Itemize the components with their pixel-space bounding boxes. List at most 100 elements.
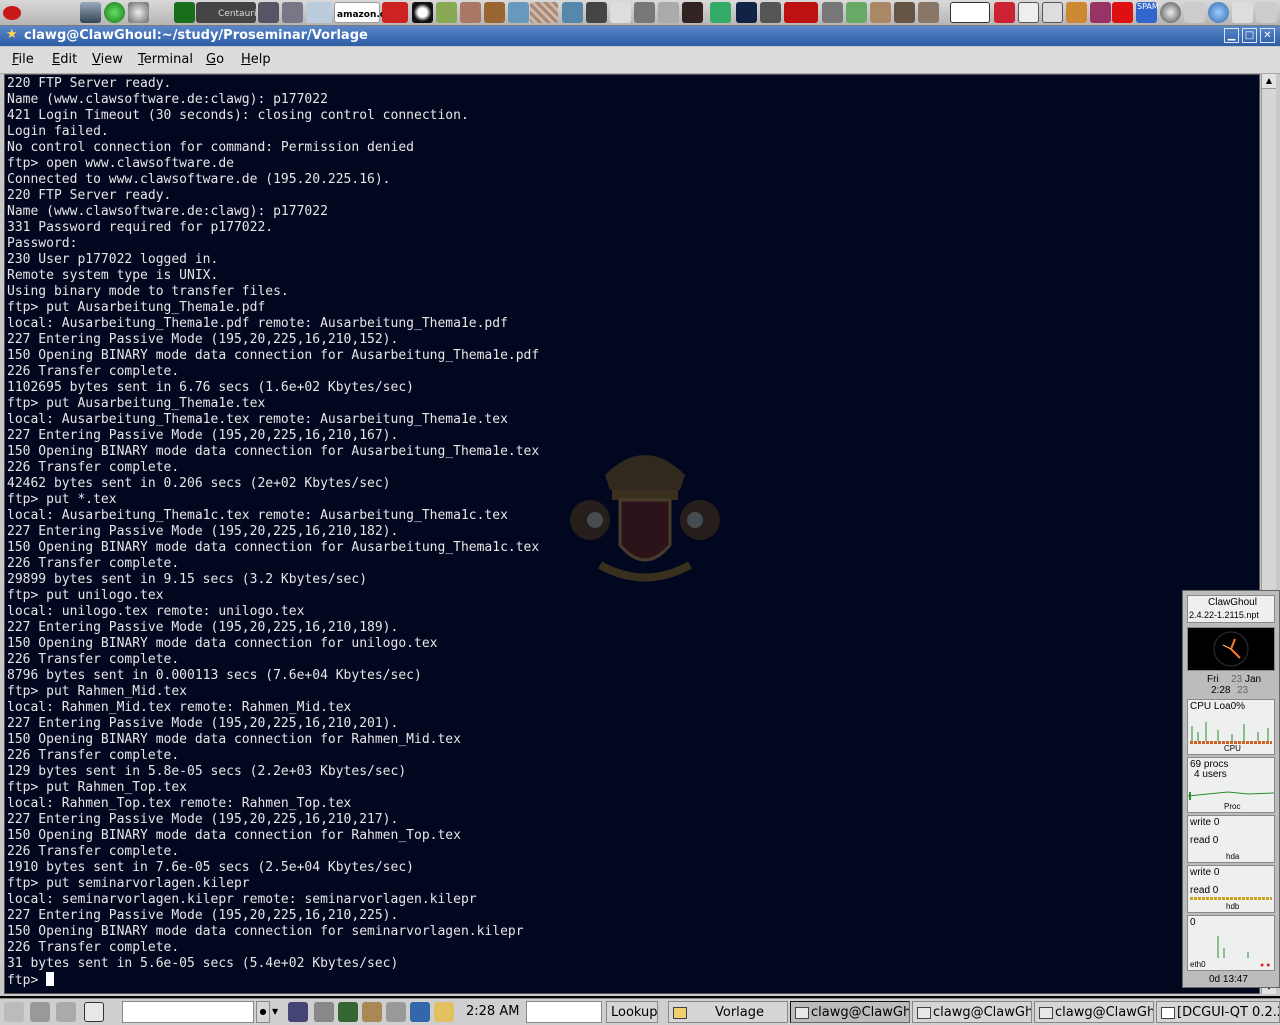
launcher-icon[interactable]: [1066, 2, 1087, 23]
spam-label: SPAM: [1137, 2, 1159, 11]
launcher-icon[interactable]: [1184, 2, 1205, 23]
globe-icon[interactable]: [104, 2, 125, 23]
launcher-icon[interactable]: [682, 2, 703, 23]
launcher-icon[interactable]: [1042, 2, 1063, 23]
launcher-icon[interactable]: [710, 2, 731, 23]
launcher-icon[interactable]: [306, 2, 332, 23]
command-input[interactable]: [122, 1001, 254, 1023]
hostname: ClawGhoul: [1208, 597, 1257, 608]
menu-edit[interactable]: Edit: [52, 52, 77, 67]
launcher-icon[interactable]: [822, 2, 843, 23]
scroll-up-icon[interactable]: ▲: [1262, 74, 1276, 89]
eth0-panel: 0 eth0 ● ●: [1187, 915, 1275, 971]
terminal-line: 150 Opening BINARY mode data connection …: [7, 924, 524, 939]
task-terminal-active[interactable]: clawg@ClawGhoul: [790, 1001, 910, 1023]
taskbar-clock[interactable]: 2:28 AM: [466, 1004, 519, 1019]
gear-icon[interactable]: [128, 2, 149, 23]
launcher-icon[interactable]: [994, 2, 1015, 23]
close-button[interactable]: ✕: [1260, 28, 1275, 43]
window-icon[interactable]: ★: [6, 27, 18, 42]
terminal-line: ftp> put Ausarbeitung_Thema1e.pdf: [7, 300, 266, 315]
task-lookup[interactable]: Lookup: [606, 1001, 658, 1023]
launcher-icon[interactable]: [338, 1002, 358, 1022]
terminal-line: ftp> put unilogo.tex: [7, 588, 164, 603]
terminal-lines: 220 FTP Server ready. Name (www.clawsoftw…: [7, 76, 539, 988]
launcher-icon[interactable]: [634, 2, 655, 23]
menu-file[interactable]: File: [12, 52, 34, 67]
eth0-value: 0: [1190, 917, 1196, 928]
wolfenstein-icon[interactable]: [784, 2, 818, 23]
menu-bar: File Edit View Terminal Go Help: [0, 47, 1280, 74]
command-history-button[interactable]: ●: [256, 1001, 270, 1023]
terminal-line: 227 Entering Passive Mode (195,20,225,16…: [7, 428, 399, 443]
launcher-icon[interactable]: [894, 2, 915, 23]
launcher-icon[interactable]: [870, 2, 891, 23]
launcher-icon[interactable]: [846, 2, 867, 23]
launcher-icon[interactable]: [460, 2, 481, 23]
menu-view[interactable]: View: [92, 52, 123, 67]
text-cursor: [46, 972, 55, 986]
menu-go[interactable]: Go: [206, 52, 224, 67]
monitor-icon[interactable]: [288, 1002, 308, 1022]
launcher-icon[interactable]: [1160, 2, 1181, 23]
terminal-line: local: Rahmen_Mid.tex remote: Rahmen_Mid…: [7, 700, 352, 715]
volume-icon[interactable]: [4, 1002, 24, 1022]
launcher-icon[interactable]: [530, 2, 558, 23]
menu-help[interactable]: Help: [241, 52, 271, 67]
centauri-icon[interactable]: Centauri: [196, 2, 256, 23]
minimize-button[interactable]: ▁: [1224, 28, 1239, 43]
launcher-icon[interactable]: [382, 2, 408, 23]
terminal-output[interactable]: 220 FTP Server ready. Name (www.clawsoftw…: [4, 74, 1260, 994]
terminal-line: 150 Opening BINARY mode data connection …: [7, 348, 540, 363]
launcher-icon[interactable]: [950, 2, 990, 23]
kernel-version: 2.4.22-1.2115.npt: [1189, 610, 1259, 620]
launcher-icon[interactable]: [282, 2, 303, 23]
globe-icon[interactable]: [1208, 2, 1229, 23]
clock-panel: [1187, 627, 1275, 671]
command-dropdown-icon[interactable]: ▼: [272, 1001, 284, 1023]
launcher-icon[interactable]: [258, 2, 279, 23]
hdb-read: read 0: [1190, 885, 1219, 896]
launcher-icon[interactable]: [314, 1002, 334, 1022]
launcher-icon[interactable]: [1256, 2, 1277, 23]
launcher-icon[interactable]: [362, 1002, 382, 1022]
maximize-button[interactable]: □: [1242, 28, 1257, 43]
folder-icon[interactable]: [434, 1002, 454, 1022]
star-icon[interactable]: [1112, 2, 1133, 23]
terminal-prompt-line[interactable]: ftp>: [7, 972, 539, 988]
menu-terminal[interactable]: Terminal: [138, 52, 193, 67]
launcher-icon[interactable]: [410, 1002, 430, 1022]
camera-icon[interactable]: [586, 2, 607, 23]
launcher-icon[interactable]: [508, 2, 529, 23]
rocket-icon[interactable]: [80, 2, 101, 23]
terminal-line: Login failed.: [7, 124, 109, 139]
launcher-icon[interactable]: [484, 2, 505, 23]
task-terminal[interactable]: clawg@ClawGhoul: [1034, 1001, 1154, 1023]
tux-icon[interactable]: [412, 2, 433, 23]
terminal-launcher-icon[interactable]: [174, 2, 195, 23]
task-vorlage[interactable]: Vorlage: [668, 1001, 788, 1023]
launcher-icon[interactable]: [1018, 2, 1039, 23]
launcher-icon[interactable]: [760, 2, 781, 23]
launcher-icon[interactable]: [610, 2, 631, 23]
launcher-icon[interactable]: [736, 2, 757, 23]
launcher-icon[interactable]: [918, 2, 939, 23]
redhat-menu-icon[interactable]: [3, 6, 21, 20]
workspace-icon[interactable]: [30, 1002, 50, 1022]
launcher-icon[interactable]: [436, 2, 457, 23]
window-titlebar[interactable]: ★ clawg@ClawGhoul:~/study/Proseminar/Vor…: [0, 26, 1280, 46]
launcher-icon[interactable]: [562, 2, 583, 23]
launcher-icon[interactable]: [1090, 2, 1111, 23]
task-dcgui[interactable]: [DCGUI-QT 0.2.2: [1156, 1001, 1280, 1023]
task-terminal[interactable]: clawg@ClawGhoul: [912, 1001, 1032, 1023]
amazon-icon[interactable]: amazon.de: [334, 2, 392, 23]
terminal-line: 226 Transfer complete.: [7, 364, 180, 379]
printer-icon[interactable]: [56, 1002, 76, 1022]
launcher-icon[interactable]: [1232, 2, 1253, 23]
spam-icon[interactable]: SPAM: [1136, 2, 1159, 23]
terminal-line: local: Rahmen_Top.tex remote: Rahmen_Top…: [7, 796, 352, 811]
launcher-icon[interactable]: [386, 1002, 406, 1022]
launcher-icon[interactable]: [658, 2, 679, 23]
hda-write: write 0: [1190, 817, 1220, 828]
magnifier-icon[interactable]: [84, 1002, 104, 1022]
